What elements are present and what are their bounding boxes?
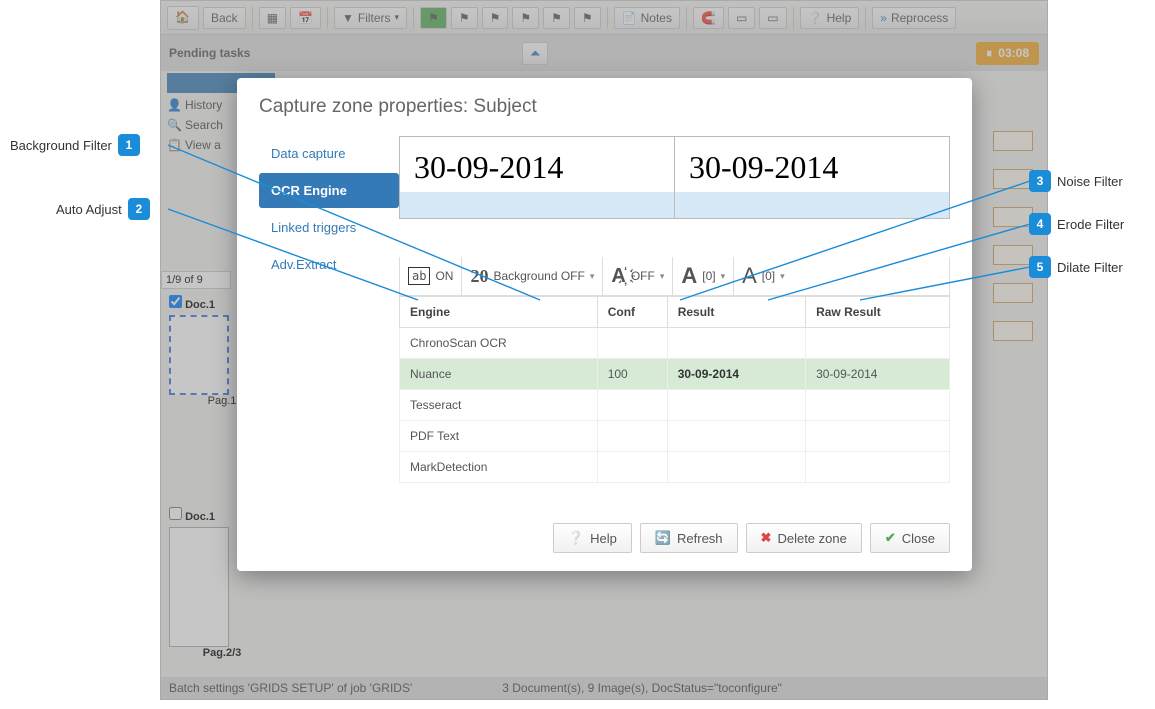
tab-data-capture[interactable]: Data capture bbox=[259, 136, 399, 171]
dialog-help-button[interactable]: ❔Help bbox=[553, 523, 632, 553]
table-row[interactable]: MarkDetection bbox=[400, 452, 950, 483]
callout-3: Noise Filter 3 bbox=[1029, 170, 1123, 192]
preview-row: 30-09-2014 30-09-2014 bbox=[399, 136, 950, 219]
erode-filter-button[interactable]: A [0] bbox=[673, 257, 734, 295]
callout-label: Background Filter bbox=[10, 138, 112, 153]
callout-5: Dilate Filter 5 bbox=[1029, 256, 1123, 278]
help-icon: ❔ bbox=[568, 530, 584, 546]
erode-a-icon: A bbox=[681, 263, 697, 289]
ab-icon: ab bbox=[408, 267, 430, 285]
engine-table: Engine Conf Result Raw Result ChronoScan… bbox=[399, 296, 950, 483]
tab-adv-extract[interactable]: Adv.Extract bbox=[259, 247, 399, 282]
dialog-footer: ❔Help 🔄Refresh ✖Delete zone ✔Close bbox=[399, 523, 950, 553]
capture-zone-dialog: Capture zone properties: Subject Data ca… bbox=[237, 78, 972, 571]
callout-badge: 1 bbox=[118, 134, 140, 156]
delete-icon: ✖ bbox=[761, 530, 772, 546]
dilate-a-icon: A bbox=[742, 263, 757, 289]
callout-badge: 4 bbox=[1029, 213, 1051, 235]
table-row[interactable]: Tesseract bbox=[400, 390, 950, 421]
noise-a-icon: A҉ bbox=[611, 265, 625, 288]
callout-label: Noise Filter bbox=[1057, 174, 1123, 189]
callout-badge: 3 bbox=[1029, 170, 1051, 192]
col-engine: Engine bbox=[400, 297, 598, 328]
table-row[interactable]: Nuance10030-09-201430-09-2014 bbox=[400, 359, 950, 390]
table-row[interactable]: PDF Text bbox=[400, 421, 950, 452]
callout-2: Auto Adjust 2 bbox=[56, 198, 150, 220]
tab-ocr-engine[interactable]: OCR Engine bbox=[259, 173, 399, 208]
noise-filter-button[interactable]: A҉ OFF bbox=[603, 257, 673, 295]
check-icon: ✔ bbox=[885, 530, 896, 546]
dialog-delete-button[interactable]: ✖Delete zone bbox=[746, 523, 862, 553]
col-result: Result bbox=[667, 297, 805, 328]
callout-4: Erode Filter 4 bbox=[1029, 213, 1124, 235]
dialog-content: 30-09-2014 30-09-2014 ab ON 20 Backgroun… bbox=[399, 136, 950, 553]
preview-original: 30-09-2014 bbox=[400, 137, 675, 218]
auto-adjust-button[interactable]: ab ON bbox=[400, 257, 462, 295]
callout-label: Dilate Filter bbox=[1057, 260, 1123, 275]
tab-linked-triggers[interactable]: Linked triggers bbox=[259, 210, 399, 245]
dilate-filter-button[interactable]: A [0] bbox=[734, 257, 793, 295]
dialog-refresh-button[interactable]: 🔄Refresh bbox=[640, 523, 738, 553]
dialog-close-button[interactable]: ✔Close bbox=[870, 523, 950, 553]
background-filter-button[interactable]: 20 Background OFF bbox=[462, 257, 603, 295]
callout-label: Erode Filter bbox=[1057, 217, 1124, 232]
refresh-icon: 🔄 bbox=[655, 530, 671, 546]
preview-processed: 30-09-2014 bbox=[675, 137, 949, 218]
number-icon: 20 bbox=[470, 266, 488, 287]
callout-1: Background Filter 1 bbox=[10, 134, 140, 156]
callout-label: Auto Adjust bbox=[56, 202, 122, 217]
col-raw: Raw Result bbox=[806, 297, 950, 328]
col-conf: Conf bbox=[597, 297, 667, 328]
table-row[interactable]: ChronoScan OCR bbox=[400, 328, 950, 359]
dialog-tabs: Data capture OCR Engine Linked triggers … bbox=[259, 136, 399, 553]
filter-toolbar: ab ON 20 Background OFF A҉ OFF A [0] A bbox=[399, 257, 950, 296]
callout-badge: 5 bbox=[1029, 256, 1051, 278]
callout-badge: 2 bbox=[128, 198, 150, 220]
dialog-title: Capture zone properties: Subject bbox=[259, 96, 950, 118]
